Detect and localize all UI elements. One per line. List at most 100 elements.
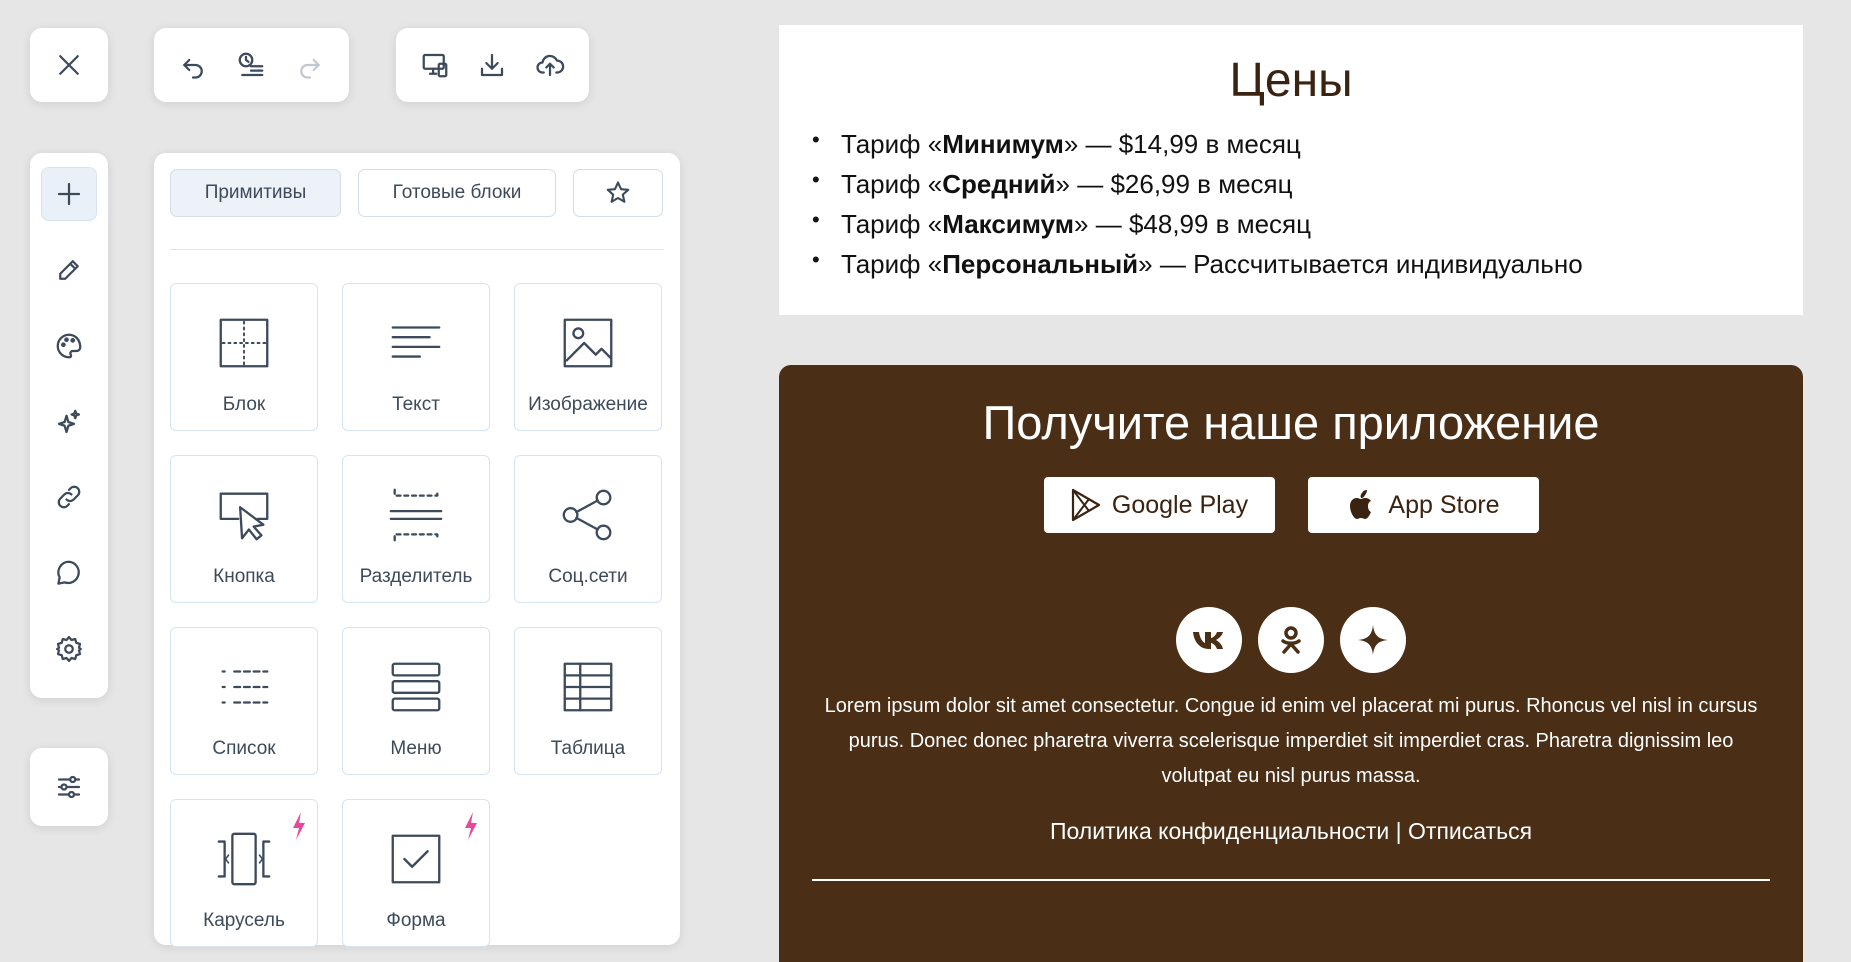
tile-label: Разделитель <box>359 566 473 587</box>
button-cursor-icon <box>219 492 269 541</box>
text-icon <box>391 326 441 358</box>
tab-primitives[interactable]: Примитивы <box>170 169 341 217</box>
tile-label: Блок <box>222 394 266 415</box>
star-icon <box>606 181 630 203</box>
unsubscribe-link[interactable]: Отписаться <box>1408 818 1532 844</box>
download-button[interactable] <box>467 40 517 90</box>
tile-table[interactable]: Таблица <box>514 627 662 775</box>
redo-icon <box>299 58 320 79</box>
sidebar-item-add[interactable] <box>41 167 97 221</box>
vk-link[interactable] <box>1176 607 1242 673</box>
tile-social[interactable]: Соц.сети <box>514 455 662 603</box>
sidebar-item-edit[interactable] <box>41 243 97 297</box>
tile-button[interactable]: Кнопка <box>170 455 318 603</box>
redo-button[interactable] <box>285 40 335 90</box>
close-icon <box>59 55 79 75</box>
panel-tabs: Примитивы Готовые блоки <box>170 169 664 217</box>
components-panel: Примитивы Готовые блоки Блок Текст Изобр… <box>154 153 680 947</box>
tile-label: Текст <box>392 394 440 415</box>
tile-label: Меню <box>390 738 442 759</box>
carousel-icon <box>217 832 271 886</box>
app-section[interactable]: Получите наше приложение Google Play App… <box>779 365 1803 962</box>
pricing-section[interactable]: Цены Тариф «Минимум» — $14,99 в месяц Та… <box>779 25 1803 315</box>
tile-form[interactable]: Форма <box>342 799 490 947</box>
checkbox-icon <box>391 834 441 884</box>
tile-image[interactable]: Изображение <box>514 283 662 431</box>
pricing-title: Цены <box>1229 54 1353 107</box>
components-grid: Блок Текст Изображение Кнопка Разделител… <box>170 283 664 947</box>
sidebar-item-comments[interactable] <box>41 546 97 600</box>
tile-menu[interactable]: Меню <box>342 627 490 775</box>
download-icon <box>481 53 504 77</box>
tile-label: Список <box>212 738 276 759</box>
tile-label: Таблица <box>550 738 626 759</box>
block-icon <box>219 318 269 368</box>
sidebar-item-styles[interactable] <box>41 319 97 373</box>
adjustments-button[interactable] <box>30 748 108 826</box>
tile-label: Изображение <box>528 394 648 415</box>
google-play-icon <box>1071 488 1100 522</box>
undo-icon <box>183 58 204 79</box>
vk-icon <box>1193 632 1223 649</box>
footer-divider <box>812 879 1770 881</box>
history-toolbar <box>154 28 349 102</box>
sparkle-icon <box>1358 625 1388 655</box>
close-button[interactable] <box>30 28 108 102</box>
tile-label: Кнопка <box>213 566 275 587</box>
tile-label: Форма <box>386 910 446 931</box>
google-play-button[interactable]: Google Play <box>1043 477 1275 533</box>
preview-icon <box>422 53 448 78</box>
list-icon <box>221 670 269 704</box>
divider-icon <box>389 488 443 542</box>
palette-icon <box>56 333 82 359</box>
bolt-icon <box>465 812 477 840</box>
menu-icon <box>391 662 441 712</box>
ok-link[interactable] <box>1258 607 1324 673</box>
app-section-title: Получите наше приложение <box>982 396 1600 449</box>
link-icon <box>57 486 81 509</box>
upload-button[interactable] <box>525 40 575 90</box>
list-item: Тариф «Персональный» — Рассчитывается ин… <box>812 240 1803 284</box>
sidebar-item-ai[interactable] <box>41 395 97 449</box>
apple-icon <box>1350 490 1372 519</box>
privacy-link[interactable]: Политика конфиденциальности <box>1050 818 1389 844</box>
app-store-button[interactable]: App Store <box>1307 477 1539 533</box>
bolt-icon <box>293 812 305 840</box>
share-icon <box>562 489 612 541</box>
footer-links: Политика конфиденциальности | Отписаться <box>779 818 1803 845</box>
sparkles-icon <box>57 409 81 433</box>
sliders-icon <box>57 775 81 799</box>
tile-carousel[interactable]: Карусель <box>170 799 318 947</box>
panel-divider <box>170 249 664 250</box>
tile-list[interactable]: Список <box>170 627 318 775</box>
upload-icon <box>536 54 565 77</box>
sidebar <box>30 153 108 698</box>
pencil-icon <box>59 259 79 280</box>
list-item: Тариф «Максимум» — $48,99 в месяц <box>812 200 1803 244</box>
comment-icon <box>57 560 80 585</box>
tile-text[interactable]: Текст <box>342 283 490 431</box>
table-icon <box>563 662 613 712</box>
link-separator: | <box>1389 818 1409 844</box>
google-play-label: Google Play <box>1111 490 1249 519</box>
sparkle-link[interactable] <box>1340 607 1406 673</box>
undo-button[interactable] <box>168 40 218 90</box>
pricing-list: Тариф «Минимум» — $14,99 в месяц Тариф «… <box>812 120 1803 284</box>
sidebar-item-settings[interactable] <box>41 622 97 676</box>
history-button[interactable] <box>226 40 276 90</box>
social-links <box>779 607 1803 673</box>
ok-icon <box>1281 626 1301 654</box>
sidebar-item-links[interactable] <box>41 470 97 524</box>
preview-button[interactable] <box>410 40 460 90</box>
list-item: Тариф «Средний» — $26,99 в месяц <box>812 160 1803 204</box>
gear-icon <box>56 636 82 663</box>
tile-label: Соц.сети <box>548 566 628 587</box>
plus-icon <box>57 182 81 206</box>
tile-block[interactable]: Блок <box>170 283 318 431</box>
image-icon <box>563 318 613 368</box>
tile-divider[interactable]: Разделитель <box>342 455 490 603</box>
tab-favorites[interactable] <box>573 169 663 217</box>
store-buttons: Google Play App Store <box>779 477 1803 533</box>
tab-ready-blocks[interactable]: Готовые блоки <box>358 169 556 217</box>
footer-description: Lorem ipsum dolor sit amet consectetur. … <box>824 695 1758 787</box>
